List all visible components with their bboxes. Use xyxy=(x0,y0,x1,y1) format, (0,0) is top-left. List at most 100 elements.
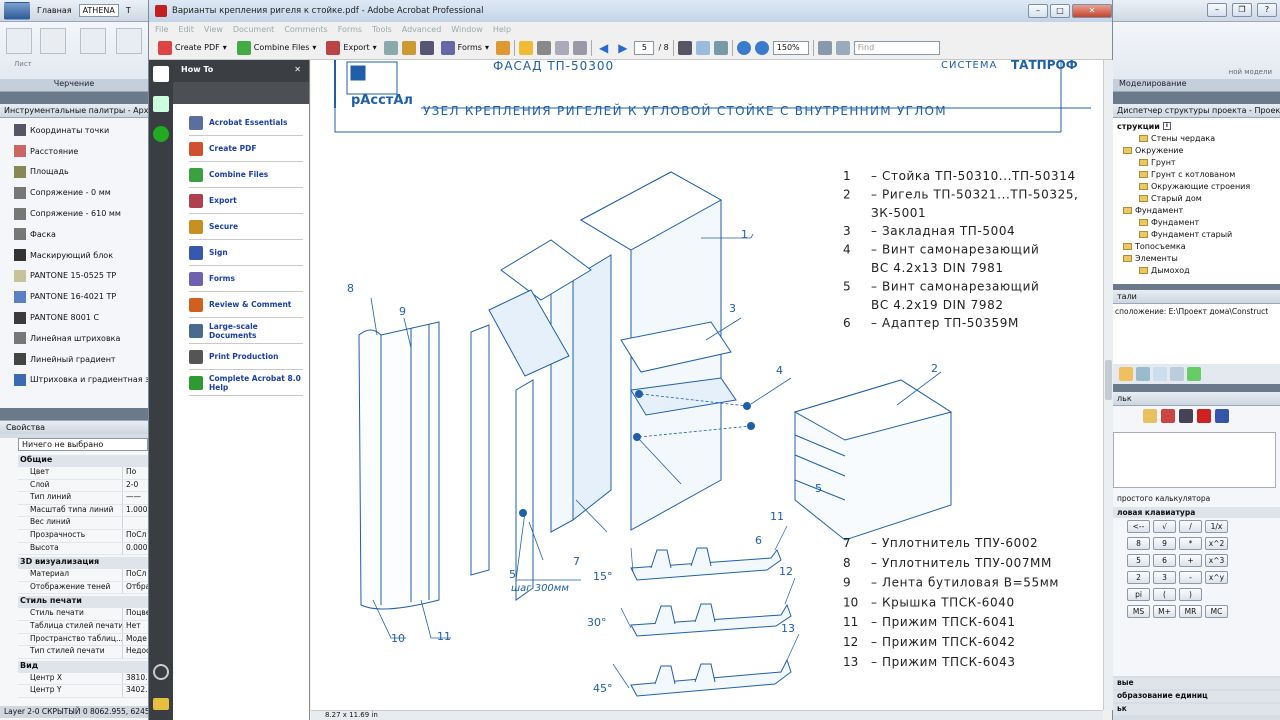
tree-node[interactable]: Фундамент старый xyxy=(1117,228,1280,240)
property-row[interactable]: Стиль печати Поцвет xyxy=(18,608,148,621)
palette-item[interactable]: PANTONE 16-4021 TP xyxy=(0,286,148,307)
tree-node[interactable]: Старый дом xyxy=(1117,192,1280,204)
property-value[interactable]: По xyxy=(122,467,148,479)
palette-item[interactable]: Координаты точки xyxy=(0,120,148,141)
property-row[interactable]: Таблица стилей печати Нет xyxy=(18,620,148,634)
palette-item[interactable]: Расстояние xyxy=(0,141,148,162)
tool-icon[interactable] xyxy=(1153,367,1167,381)
calc-tool-icon[interactable] xyxy=(1179,409,1193,423)
tab-athena[interactable]: ATHENA xyxy=(78,4,119,17)
howto-item[interactable]: Create PDF xyxy=(189,136,303,162)
property-value[interactable]: Поцвет xyxy=(122,608,148,620)
calc-tool-icon[interactable] xyxy=(1143,409,1157,423)
property-row[interactable]: Слой 2-0 xyxy=(18,479,148,493)
calc-key[interactable]: 3 xyxy=(1153,571,1176,584)
howto-item[interactable]: Sign xyxy=(189,240,303,266)
page-number-field[interactable]: 5 xyxy=(634,40,655,55)
property-value[interactable]: Недос xyxy=(122,646,148,658)
palette-item[interactable]: Сопряжение - 0 мм xyxy=(0,182,148,203)
menu-item[interactable]: View xyxy=(204,25,223,34)
howto-item[interactable]: Combine Files xyxy=(189,162,303,188)
howto-item[interactable]: Print Production xyxy=(189,344,303,370)
find-field[interactable]: Find xyxy=(853,40,940,55)
tree-node[interactable]: Окружение xyxy=(1117,144,1280,156)
property-row[interactable]: Высота 0.000 xyxy=(18,542,148,556)
calc-key[interactable]: 1/x xyxy=(1205,520,1228,533)
prev-page-button[interactable]: ◀ xyxy=(596,40,611,56)
draw-icon[interactable] xyxy=(40,28,66,54)
palette-item[interactable]: Линейный градиент xyxy=(0,349,148,370)
howto-item[interactable]: Complete Acrobat 8.0 Help xyxy=(189,370,303,396)
select-tool-icon[interactable] xyxy=(677,40,692,55)
howto-item[interactable]: Review & Comment xyxy=(189,292,303,318)
calc-key[interactable]: M+ xyxy=(1153,605,1176,618)
zoom-field[interactable]: 150% xyxy=(772,40,809,55)
close-button[interactable]: ✕ xyxy=(1072,4,1112,18)
fit-width-icon[interactable] xyxy=(835,40,850,55)
tree-node[interactable]: Грунт с котлованом xyxy=(1117,168,1280,180)
howto-item[interactable]: Export xyxy=(189,188,303,214)
property-row[interactable]: Тип стилей печати Недос xyxy=(18,646,148,659)
palette-item[interactable]: Линейная штриховка xyxy=(0,328,148,349)
email-icon[interactable] xyxy=(554,40,569,55)
document-page[interactable]: рАсстАл ФАСАД ТП-50300 СИСТЕМА ТАТПРОФ У… xyxy=(311,58,1103,720)
horizontal-scrollbar[interactable]: 8.27 x 11.69 in xyxy=(311,710,1103,720)
pen-icon[interactable] xyxy=(419,40,434,55)
comments-icon[interactable] xyxy=(153,698,169,710)
pages-icon[interactable] xyxy=(153,66,169,82)
property-row[interactable]: Тип линий —— xyxy=(18,492,148,505)
selection-dropdown[interactable]: Ничего не выбрано xyxy=(18,438,148,451)
property-value[interactable]: ПоСл xyxy=(122,569,148,581)
menu-item[interactable]: Comments xyxy=(284,25,327,34)
maximize-button[interactable]: □ xyxy=(1050,4,1070,18)
palette-item[interactable]: PANTONE 15-0525 TP xyxy=(0,266,148,287)
property-value[interactable] xyxy=(122,517,148,529)
shape-icon[interactable] xyxy=(80,28,106,54)
save-icon[interactable] xyxy=(572,40,587,55)
menu-item[interactable]: Help xyxy=(493,25,511,34)
property-row[interactable]: Отображение теней Отбра xyxy=(18,581,148,595)
scroll-thumb[interactable] xyxy=(1105,360,1112,400)
calc-key[interactable]: <-- xyxy=(1127,520,1150,533)
tree-node[interactable]: Стены чердака xyxy=(1117,132,1280,144)
text-icon[interactable] xyxy=(116,28,142,54)
property-value[interactable]: 3402.8 xyxy=(122,685,148,697)
calc-key[interactable]: * xyxy=(1179,537,1202,550)
calc-key[interactable]: 6 xyxy=(1153,554,1176,567)
vertical-scrollbar[interactable] xyxy=(1103,60,1113,710)
close-icon[interactable]: ✕ xyxy=(294,65,301,77)
menu-item[interactable]: Forms xyxy=(338,25,362,34)
tab-third[interactable]: Т xyxy=(122,4,135,17)
property-row[interactable]: Пространство таблиц... Моде xyxy=(18,633,148,647)
menu-item[interactable]: Edit xyxy=(178,25,194,34)
create-pdf-button[interactable]: Create PDF ▾ xyxy=(155,40,230,56)
sheet-icon[interactable] xyxy=(6,28,32,54)
tree-node[interactable]: Топосъемка xyxy=(1117,240,1280,252)
tree-node[interactable]: Фундамент xyxy=(1117,216,1280,228)
calc-key[interactable]: 9 xyxy=(1153,537,1176,550)
palette-item[interactable]: Фаска xyxy=(0,224,148,245)
howto-item[interactable]: Forms xyxy=(189,266,303,292)
calc-key[interactable]: x^2 xyxy=(1205,537,1228,550)
palette-item[interactable]: Штриховка и градиентная зали xyxy=(0,370,148,391)
calc-key[interactable]: MS xyxy=(1127,605,1150,618)
menu-item[interactable]: Document xyxy=(233,25,274,34)
howto-item[interactable]: Acrobat Essentials xyxy=(189,110,303,136)
minimize-button[interactable]: – xyxy=(1207,3,1227,17)
property-row[interactable]: Центр X 3810.8 xyxy=(18,672,148,686)
menu-item[interactable]: Window xyxy=(451,25,483,34)
menu-item[interactable]: Tools xyxy=(372,25,392,34)
property-row[interactable]: Вес линий xyxy=(18,517,148,530)
tree-node[interactable]: Дымоход xyxy=(1117,264,1280,276)
tool-icon[interactable] xyxy=(1119,367,1133,381)
property-row[interactable]: Материал ПоСл xyxy=(18,569,148,582)
calc-key[interactable]: x^y xyxy=(1205,571,1228,584)
property-value[interactable]: Нет xyxy=(122,620,148,633)
calc-key[interactable]: ( xyxy=(1153,588,1176,601)
calc-key[interactable]: MC xyxy=(1205,605,1228,618)
tool-icon[interactable] xyxy=(1170,367,1184,381)
property-value[interactable]: 3810.8 xyxy=(122,672,148,685)
howto-item[interactable]: Large-scale Documents xyxy=(189,318,303,344)
palette-item[interactable]: Маскирующий блок xyxy=(0,245,148,266)
howto-item[interactable]: Secure xyxy=(189,214,303,240)
